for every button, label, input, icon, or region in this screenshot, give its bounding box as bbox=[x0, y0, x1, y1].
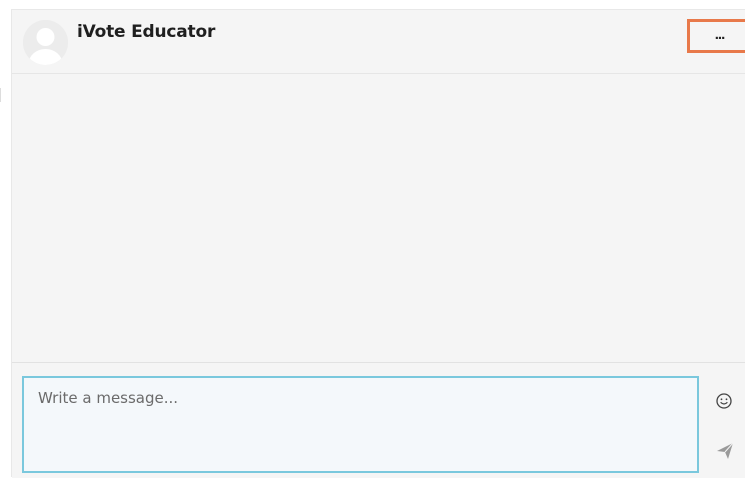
message-area bbox=[12, 74, 745, 362]
more-options-button[interactable]: ... bbox=[687, 19, 745, 53]
contact-name[interactable]: iVote Educator bbox=[77, 22, 215, 42]
avatar-silhouette-icon bbox=[23, 20, 68, 65]
message-input[interactable] bbox=[22, 376, 699, 473]
smiley-icon[interactable] bbox=[715, 392, 733, 410]
message-composer bbox=[12, 362, 745, 478]
chat-header: iVote Educator ... bbox=[12, 10, 745, 74]
chat-panel: iVote Educator ... bbox=[11, 9, 745, 478]
paper-plane-icon[interactable] bbox=[715, 441, 735, 461]
left-edge-divider bbox=[0, 88, 1, 102]
user-avatar-icon[interactable] bbox=[23, 20, 68, 65]
more-options-label: ... bbox=[714, 25, 725, 43]
